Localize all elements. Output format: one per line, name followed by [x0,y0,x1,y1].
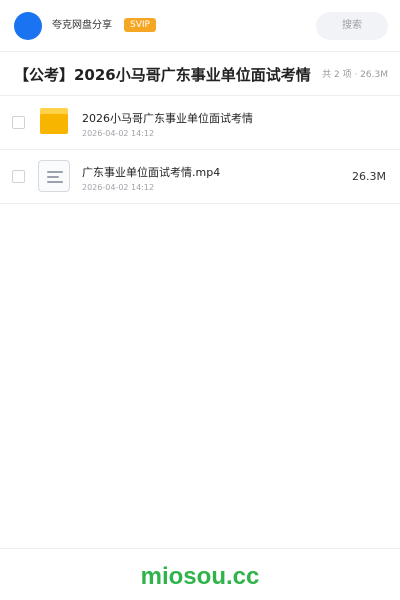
site-watermark: miosou.cc [140,563,260,590]
page-title: 【公考】2026小马哥广东事业单位面试考情 [14,66,311,84]
share-title-bar: 【公考】2026小马哥广东事业单位面试考情 共 2 项 · 26.3M [0,52,400,96]
file-date: 2026-04-02 14:12 [82,129,155,138]
svip-badge: SVIP [124,18,156,32]
avatar[interactable] [14,12,42,40]
file-row-video[interactable]: 广东事业单位面试考情.mp4 2026-04-02 14:12 26.3M [0,150,400,204]
folder-icon [40,108,68,134]
footer: miosou.cc [0,548,400,600]
share-summary: 共 2 项 · 26.3M [322,70,388,80]
file-row-folder[interactable]: 2026小马哥广东事业单位面试考情 2026-04-02 14:12 [0,96,400,150]
sharer-name: 夸克网盘分享 [52,20,112,31]
select-checkbox[interactable] [12,116,25,129]
top-bar: 夸克网盘分享 SVIP 搜索 [0,0,400,52]
file-size: 26.3M [352,170,386,183]
file-date: 2026-04-02 14:12 [82,183,155,192]
file-name[interactable]: 广东事业单位面试考情.mp4 [82,166,220,180]
file-name[interactable]: 2026小马哥广东事业单位面试考情 [82,112,253,126]
select-checkbox[interactable] [12,170,25,183]
search-button[interactable]: 搜索 [316,12,388,40]
video-file-icon [38,160,70,192]
file-list: 2026小马哥广东事业单位面试考情 2026-04-02 14:12 广东事业单… [0,96,400,204]
